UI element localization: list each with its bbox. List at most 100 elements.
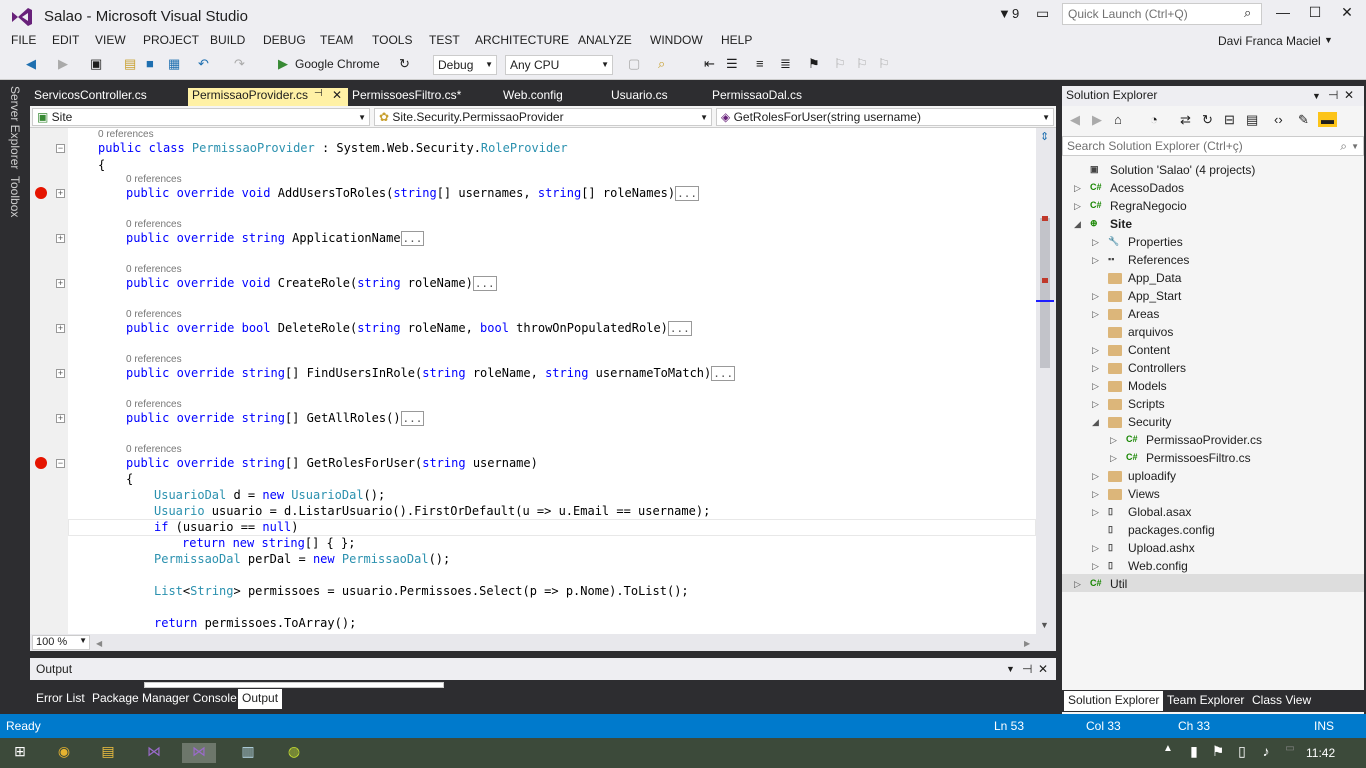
tree-item[interactable]: Upload.ashx: [1128, 541, 1195, 555]
chevron-down-icon[interactable]: ▼: [1006, 664, 1015, 674]
tab-error-list[interactable]: Error List: [36, 691, 85, 705]
collapse-icon[interactable]: ◢: [1092, 417, 1099, 428]
collapse-all-icon[interactable]: ⊟: [1224, 112, 1235, 128]
collapsed-region[interactable]: ...: [400, 411, 425, 426]
expand-icon[interactable]: ▷: [1074, 579, 1081, 590]
tree-item[interactable]: Solution 'Salao' (4 projects): [1110, 163, 1255, 177]
menu-team[interactable]: TEAM: [320, 33, 353, 47]
tree-item[interactable]: PermissoesFiltro.cs: [1146, 451, 1251, 465]
collapsed-region[interactable]: ...: [675, 186, 699, 201]
expand-icon[interactable]: +: [56, 279, 65, 288]
expand-icon[interactable]: +: [56, 324, 65, 333]
pending-changes-icon[interactable]: ◔: [1150, 112, 1158, 127]
view-code-icon[interactable]: ‹›: [1274, 112, 1283, 127]
tab-team-explorer[interactable]: Team Explorer: [1167, 693, 1244, 707]
reference-count[interactable]: 0 references: [126, 444, 182, 455]
tree-item[interactable]: Properties: [1128, 235, 1183, 249]
new-project-icon[interactable]: ▣: [90, 56, 102, 72]
forward-icon[interactable]: ▶: [1092, 112, 1102, 128]
config-dropdown[interactable]: Debug ▼: [433, 55, 497, 75]
expand-icon[interactable]: ▷: [1092, 381, 1099, 392]
collapsed-region[interactable]: ...: [400, 231, 425, 246]
collapsed-region[interactable]: ...: [711, 366, 736, 381]
expand-icon[interactable]: ▷: [1092, 363, 1099, 374]
menu-build[interactable]: BUILD: [210, 33, 245, 47]
tab-usuario[interactable]: Usuario.cs: [611, 88, 668, 106]
refresh-icon[interactable]: ↻: [399, 56, 410, 72]
collapsed-region[interactable]: ...: [667, 321, 692, 336]
tree-item[interactable]: arquivos: [1128, 325, 1173, 339]
vertical-scrollbar[interactable]: [1036, 128, 1056, 634]
save-all-icon[interactable]: ▦: [168, 56, 180, 72]
tree-item[interactable]: Security: [1128, 415, 1171, 429]
tab-class-view[interactable]: Class View: [1252, 693, 1311, 707]
tree-item[interactable]: RegraNegocio: [1110, 199, 1187, 213]
collapse-icon[interactable]: −: [56, 459, 65, 468]
tree-item[interactable]: Site: [1110, 217, 1132, 231]
expand-icon[interactable]: ▷: [1074, 201, 1081, 212]
scroll-down-icon[interactable]: ▼: [1040, 620, 1049, 630]
menu-tools[interactable]: TOOLS: [372, 33, 412, 47]
pin-icon[interactable]: ⊣: [1022, 662, 1032, 676]
show-hidden-icons[interactable]: ▲: [1158, 743, 1178, 763]
flag-icon[interactable]: ⚑: [1208, 743, 1228, 763]
tree-item[interactable]: uploadify: [1128, 469, 1176, 483]
start-debug-icon[interactable]: ▶: [278, 56, 288, 72]
pin-icon[interactable]: ⊣: [314, 88, 323, 99]
expand-icon[interactable]: ▷: [1092, 255, 1099, 266]
find-in-files-icon[interactable]: ⌕: [658, 56, 665, 72]
tree-item[interactable]: Content: [1128, 343, 1170, 357]
prev-bookmark-icon[interactable]: ⚐: [834, 56, 846, 72]
collapse-icon[interactable]: −: [56, 144, 65, 153]
volume-icon[interactable]: ♪: [1256, 743, 1276, 763]
menu-help[interactable]: HELP: [721, 33, 752, 47]
menu-analyze[interactable]: ANALYZE: [578, 33, 632, 47]
clear-bookmarks-icon[interactable]: ⚐: [878, 56, 890, 72]
file-explorer-icon[interactable]: ▤: [98, 743, 118, 763]
project-dropdown[interactable]: ▣ Site ▼: [32, 108, 370, 126]
expand-icon[interactable]: ▷: [1110, 435, 1117, 446]
class-dropdown[interactable]: ✿ Site.Security.PermissaoProvider ▼: [374, 108, 712, 126]
member-dropdown[interactable]: ◈ GetRolesForUser(string username) ▼: [716, 108, 1054, 126]
open-file-icon[interactable]: ▤: [124, 56, 136, 72]
menu-architecture[interactable]: ARCHITECTURE: [475, 33, 569, 47]
expand-icon[interactable]: ▷: [1092, 291, 1099, 302]
chrome-icon[interactable]: ◉: [54, 743, 74, 763]
split-icon[interactable]: ⇕: [1040, 130, 1049, 143]
notification-count[interactable]: 9: [1012, 6, 1019, 21]
quick-launch-input[interactable]: Quick Launch (Ctrl+Q): [1062, 3, 1262, 25]
menu-view[interactable]: VIEW: [95, 33, 126, 47]
menu-debug[interactable]: DEBUG: [263, 33, 306, 47]
tree-item[interactable]: References: [1128, 253, 1189, 267]
tree-item[interactable]: Areas: [1128, 307, 1159, 321]
minimize-button[interactable]: —: [1272, 4, 1294, 24]
collapsed-region[interactable]: ...: [472, 276, 497, 291]
tab-permissao-provider[interactable]: PermissaoProvider.cs ⊣ ✕: [188, 88, 348, 106]
home-icon[interactable]: ⌂: [1114, 112, 1122, 127]
close-tab-icon[interactable]: ✕: [332, 88, 342, 102]
feedback-icon[interactable]: ▭: [1036, 5, 1049, 22]
scroll-left-icon[interactable]: ◀: [96, 639, 102, 648]
reference-count[interactable]: 0 references: [126, 354, 182, 365]
refresh-icon[interactable]: ↻: [1202, 112, 1213, 128]
close-icon[interactable]: ✕: [1344, 88, 1354, 102]
tree-item[interactable]: App_Start: [1128, 289, 1181, 303]
navigate-icon[interactable]: ⇤: [704, 56, 715, 72]
battery-icon[interactable]: ▯: [1232, 743, 1252, 763]
tab-web-config[interactable]: Web.config: [503, 88, 563, 106]
expand-icon[interactable]: +: [56, 234, 65, 243]
close-icon[interactable]: ✕: [1038, 662, 1048, 676]
app-icon[interactable]: ◍: [284, 743, 304, 763]
tab-package-manager-console[interactable]: Package Manager Console: [92, 691, 237, 705]
breakpoint-icon[interactable]: [35, 457, 47, 469]
menu-window[interactable]: WINDOW: [650, 33, 703, 47]
tree-item[interactable]: packages.config: [1128, 523, 1215, 537]
menu-file[interactable]: FILE: [11, 33, 36, 47]
windows-start-icon[interactable]: ⊞: [10, 743, 30, 763]
reference-count[interactable]: 0 references: [126, 399, 182, 410]
tree-item[interactable]: AcessoDados: [1110, 181, 1184, 195]
tab-permissao-dal[interactable]: PermissaoDal.cs: [712, 88, 802, 106]
breakpoint-icon[interactable]: [35, 187, 47, 199]
tree-item[interactable]: Views: [1128, 487, 1160, 501]
chevron-down-icon[interactable]: ▼: [1324, 35, 1333, 45]
